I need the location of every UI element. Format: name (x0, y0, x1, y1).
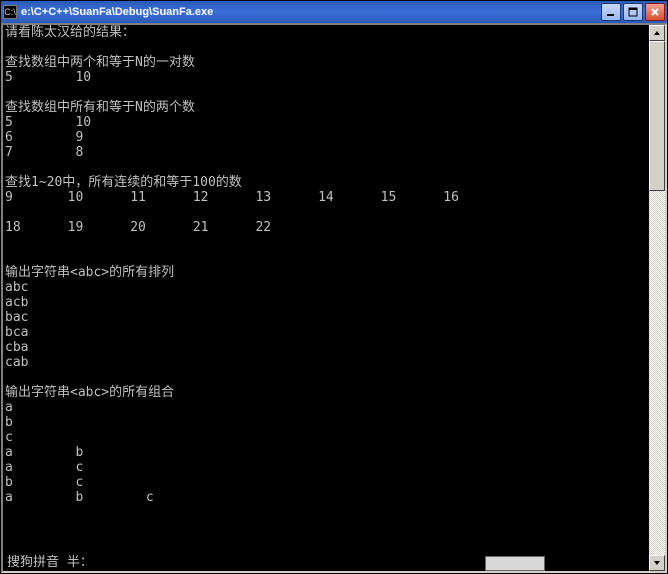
console-line (5, 505, 647, 520)
vertical-scrollbar[interactable] (649, 25, 665, 571)
client-area: 请看陈太汉给的结果： 查找数组中两个和等于N的一对数5 10 查找数组中所有和等… (1, 23, 667, 573)
arrow-down-icon (653, 559, 661, 567)
console-line: 9 10 11 12 13 14 15 16 (5, 190, 647, 205)
app-icon[interactable]: C:\ (3, 5, 17, 19)
console-line: bac (5, 310, 647, 325)
console-line: 5 10 (5, 70, 647, 85)
console-line (5, 40, 647, 55)
console-line: acb (5, 295, 647, 310)
console-line: b (5, 415, 647, 430)
ime-status[interactable]: 搜狗拼音 半： (5, 551, 95, 569)
console-line: a (5, 400, 647, 415)
scroll-down-button[interactable] (649, 555, 665, 571)
console-line (5, 370, 647, 385)
window-controls (601, 3, 665, 21)
console-window: C:\ e:\C+C++\SuanFa\Debug\SuanFa.exe (0, 0, 668, 574)
console-line (5, 160, 647, 175)
console-line: 5 10 (5, 115, 647, 130)
console-line: a b (5, 445, 647, 460)
console-line: 查找数组中所有和等于N的两个数 (5, 100, 647, 115)
titlebar[interactable]: C:\ e:\C+C++\SuanFa\Debug\SuanFa.exe (1, 1, 667, 23)
scroll-up-button[interactable] (649, 25, 665, 41)
scroll-track[interactable] (649, 41, 665, 555)
console-line: cab (5, 355, 647, 370)
console-line: 查找1~20中，所有连续的和等于100的数 (5, 175, 647, 190)
ime-candidate-box[interactable] (485, 556, 545, 571)
ime-label: 搜狗拼音 半： (7, 551, 93, 570)
console-line: c (5, 430, 647, 445)
console-output[interactable]: 请看陈太汉给的结果： 查找数组中两个和等于N的一对数5 10 查找数组中所有和等… (3, 25, 649, 571)
console-line: 输出字符串<abc>的所有排列 (5, 265, 647, 280)
window-title: e:\C+C++\SuanFa\Debug\SuanFa.exe (21, 6, 601, 18)
maximize-button[interactable] (623, 3, 643, 21)
console-line: 请看陈太汉给的结果： (5, 25, 647, 40)
console-line: 18 19 20 21 22 (5, 220, 647, 235)
console-line: 查找数组中两个和等于N的一对数 (5, 55, 647, 70)
console-line: abc (5, 280, 647, 295)
close-icon (650, 7, 660, 17)
arrow-up-icon (653, 29, 661, 37)
console-line: a b c (5, 490, 647, 505)
minimize-icon (606, 7, 616, 17)
console-line (5, 235, 647, 250)
console-line: 输出字符串<abc>的所有组合 (5, 385, 647, 400)
console-line: 7 8 (5, 145, 647, 160)
maximize-icon (628, 7, 638, 17)
console-line (5, 85, 647, 100)
minimize-button[interactable] (601, 3, 621, 21)
console-line: a c (5, 460, 647, 475)
console-line: cba (5, 340, 647, 355)
console-line (5, 205, 647, 220)
console-line: 6 9 (5, 130, 647, 145)
console-line: bca (5, 325, 647, 340)
console-line: b c (5, 475, 647, 490)
scroll-thumb[interactable] (649, 41, 665, 191)
close-button[interactable] (645, 3, 665, 21)
app-icon-label: C:\ (4, 7, 16, 17)
console-line (5, 250, 647, 265)
